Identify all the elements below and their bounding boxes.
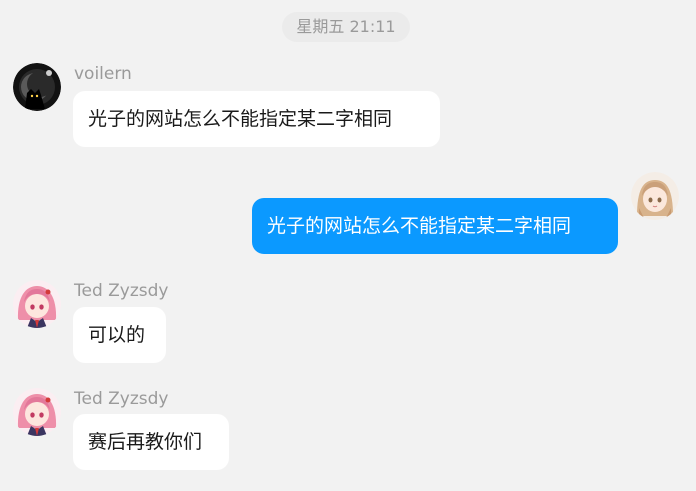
avatar-ted-zyzsdy[interactable] <box>13 280 61 328</box>
sender-name: Ted Zyzsdy <box>74 281 169 301</box>
anime-girl-avatar-icon <box>631 172 679 220</box>
message-text: 赛后再教你们 <box>88 431 203 453</box>
message-text: 光子的网站怎么不能指定某二字相同 <box>88 108 393 130</box>
message-bubble[interactable]: 赛后再教你们 <box>73 414 229 470</box>
message-text: 光子的网站怎么不能指定某二字相同 <box>267 215 572 237</box>
timestamp-pill: 星期五 21:11 <box>282 12 410 42</box>
pink-hair-avatar-icon <box>13 388 61 436</box>
message-bubble-outgoing[interactable]: 光子的网站怎么不能指定某二字相同 <box>252 198 618 254</box>
dark-cat-avatar-icon <box>13 63 61 111</box>
pink-hair-avatar-icon <box>13 280 61 328</box>
sender-name: voilern <box>74 64 132 84</box>
message-bubble[interactable]: 可以的 <box>73 307 166 363</box>
message-text: 可以的 <box>88 324 146 346</box>
avatar-voilern[interactable] <box>13 63 61 111</box>
timestamp-text: 星期五 21:11 <box>296 17 396 36</box>
avatar-ted-zyzsdy[interactable] <box>13 388 61 436</box>
avatar-self[interactable] <box>631 172 679 220</box>
message-bubble[interactable]: 光子的网站怎么不能指定某二字相同 <box>73 91 440 147</box>
sender-name: Ted Zyzsdy <box>74 389 169 409</box>
